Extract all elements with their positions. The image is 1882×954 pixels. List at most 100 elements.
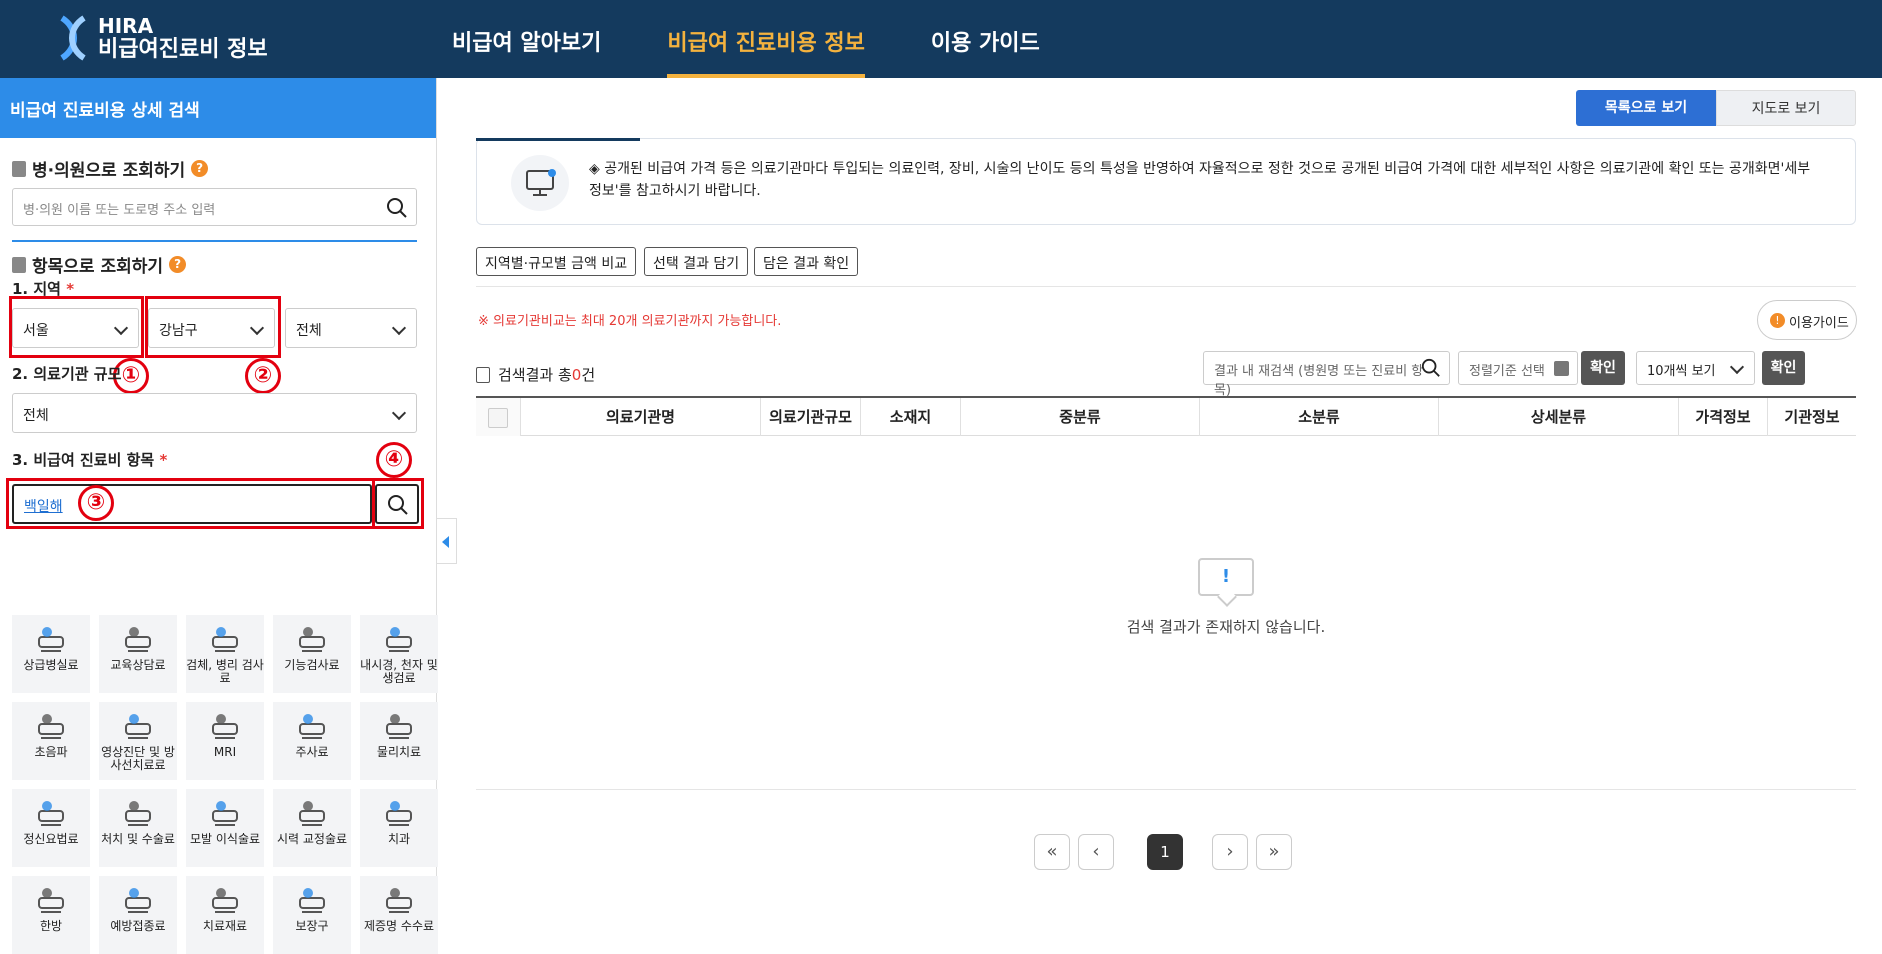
category-label: 물리치료 bbox=[376, 745, 422, 759]
page-1-button[interactable]: 1 bbox=[1147, 834, 1183, 870]
category-label: 치료재료 bbox=[202, 919, 248, 933]
category-tile[interactable]: 교육상담료 bbox=[99, 615, 177, 693]
item-search-heading-text: 항목으로 조회하기 bbox=[32, 257, 164, 277]
item-search-button[interactable] bbox=[375, 484, 419, 524]
hospital-search-input[interactable]: 병·의원 이름 또는 도로명 주소 입력 bbox=[12, 188, 417, 226]
chevron-down-icon bbox=[391, 405, 407, 421]
category-tile[interactable]: 영상진단 및 방사선치료료 bbox=[99, 702, 177, 780]
select-all-checkbox[interactable] bbox=[488, 408, 508, 428]
logo-line1: HIRA bbox=[98, 14, 154, 38]
category-label: 보장구 bbox=[295, 919, 329, 933]
research-placeholder: 결과 내 재검색 (병원명 또는 진료비 항목) bbox=[1214, 364, 1424, 398]
save-selection-button[interactable]: 선택 결과 담기 bbox=[644, 247, 749, 276]
category-label: 모발 이식술료 bbox=[189, 832, 261, 846]
search-icon[interactable] bbox=[1421, 358, 1441, 378]
annotation-badge-3: ③ bbox=[78, 485, 114, 521]
category-grid: 상급병실료 교육상담료 검체, 병리 검사료 기능검사료 내시경, 천자 및 생검료초음… bbox=[12, 615, 438, 954]
sidebar: 비급여 진료비용 상세 검색 병·의원으로 조회하기 ? 병·의원 이름 또는 … bbox=[0, 78, 438, 954]
nav-item-guide[interactable]: 이용 가이드 bbox=[931, 0, 1040, 78]
category-tile[interactable]: 예방접종료 bbox=[99, 876, 177, 954]
column-header[interactable]: 의료기관명 bbox=[520, 398, 760, 436]
last-page-button[interactable]: » bbox=[1256, 834, 1292, 870]
column-header[interactable]: 중분류 bbox=[960, 398, 1199, 436]
list-view-button[interactable]: 목록으로 보기 bbox=[1576, 90, 1716, 126]
nav-item-about[interactable]: 비급여 알아보기 bbox=[452, 0, 601, 78]
category-tile[interactable]: 물리치료 bbox=[360, 702, 438, 780]
category-tile[interactable]: 시력 교정술료 bbox=[273, 789, 351, 867]
per-page-select[interactable]: 10개씩 보기 bbox=[1636, 351, 1755, 385]
scale-select[interactable]: 전체 bbox=[12, 393, 417, 433]
column-header[interactable]: 기관정보 bbox=[1767, 398, 1856, 436]
region-dong-select[interactable]: 전체 bbox=[285, 308, 417, 348]
main-nav: 비급여 알아보기 비급여 진료비용 정보 이용 가이드 bbox=[452, 0, 1106, 78]
required-mark: * bbox=[159, 451, 168, 469]
category-label: 정신요법료 bbox=[23, 832, 79, 846]
help-icon[interactable]: ? bbox=[169, 256, 187, 273]
category-label: 주사료 bbox=[295, 745, 329, 759]
map-view-button[interactable]: 지도로 보기 bbox=[1716, 90, 1856, 126]
divider bbox=[12, 240, 417, 242]
document-icon bbox=[476, 366, 490, 383]
category-label: 영상진단 및 방사선치료료 bbox=[101, 745, 175, 772]
column-header[interactable]: 상세분류 bbox=[1438, 398, 1678, 436]
category-tile[interactable]: 처치 및 수술료 bbox=[99, 789, 177, 867]
microscope-icon bbox=[207, 623, 243, 655]
vaccine-icon bbox=[120, 884, 156, 916]
result-prefix: 검색결과 총 bbox=[498, 366, 572, 384]
category-tile[interactable]: 정신요법료 bbox=[12, 789, 90, 867]
header: HIRA 비급여진료비 정보 비급여 알아보기 비급여 진료비용 정보 이용 가… bbox=[0, 0, 1882, 78]
radiology-icon bbox=[120, 710, 156, 742]
annotation-box-1 bbox=[9, 296, 144, 358]
category-tile[interactable]: 기능검사료 bbox=[273, 615, 351, 693]
region-dong-value: 전체 bbox=[296, 323, 322, 339]
usage-guide-button[interactable]: ! 이용가이드 bbox=[1757, 300, 1857, 340]
category-tile[interactable]: 치료재료 bbox=[186, 876, 264, 954]
column-header[interactable]: 의료기관규모 bbox=[760, 398, 860, 436]
category-tile[interactable]: 치과 bbox=[360, 789, 438, 867]
research-input[interactable]: 결과 내 재검색 (병원명 또는 진료비 항목) bbox=[1203, 351, 1450, 398]
logo[interactable]: HIRA 비급여진료비 정보 bbox=[56, 14, 268, 62]
nav-item-cost-info[interactable]: 비급여 진료비용 정보 bbox=[667, 0, 866, 78]
category-label: 기능검사료 bbox=[284, 658, 340, 672]
hira-logo-icon bbox=[56, 14, 90, 62]
view-saved-button[interactable]: 담은 결과 확인 bbox=[754, 247, 859, 276]
select-all-cell bbox=[476, 398, 520, 436]
result-count-value: 0 bbox=[571, 365, 582, 384]
category-tile[interactable]: 한방 bbox=[12, 876, 90, 954]
column-header[interactable]: 소분류 bbox=[1199, 398, 1438, 436]
category-tile[interactable]: 보장구 bbox=[273, 876, 351, 954]
category-tile[interactable]: 제증명 수수료 bbox=[360, 876, 438, 954]
sidebar-collapse-button[interactable] bbox=[437, 518, 457, 564]
help-icon[interactable]: ? bbox=[191, 160, 209, 177]
category-tile[interactable]: 초음파 bbox=[12, 702, 90, 780]
column-header[interactable]: 소재지 bbox=[860, 398, 960, 436]
item-search-heading: 항목으로 조회하기 ? bbox=[12, 252, 187, 277]
next-page-button[interactable]: › bbox=[1212, 834, 1248, 870]
category-tile[interactable]: 주사료 bbox=[273, 702, 351, 780]
category-tile[interactable]: 모발 이식술료 bbox=[186, 789, 264, 867]
annotation-box-2 bbox=[145, 296, 281, 358]
compare-by-region-button[interactable]: 지역별·규모별 금액 비교 bbox=[476, 247, 637, 276]
item-search-input[interactable]: 백일해 bbox=[12, 484, 372, 524]
per-page-confirm-button[interactable]: 확인 bbox=[1762, 351, 1805, 385]
prev-page-button[interactable]: ‹ bbox=[1078, 834, 1114, 870]
sort-select[interactable]: 정렬기준 선택 bbox=[1458, 351, 1578, 385]
lens-icon bbox=[207, 884, 243, 916]
category-tile[interactable]: 상급병실료 bbox=[12, 615, 90, 693]
hair-icon bbox=[207, 797, 243, 829]
notice-text: ◈ 공개된 비급여 가격 등은 의료기관마다 투입되는 의료인력, 장비, 시술… bbox=[589, 161, 1811, 199]
empty-state: ! 검색 결과가 존재하지 않습니다. bbox=[1056, 558, 1396, 637]
column-header[interactable]: 가격정보 bbox=[1678, 398, 1767, 436]
item-search-value: 백일해 bbox=[24, 499, 63, 515]
search-icon[interactable] bbox=[386, 197, 408, 219]
info-icon: ! bbox=[1770, 313, 1785, 328]
category-tile[interactable]: 검체, 병리 검사료 bbox=[186, 615, 264, 693]
empty-message: 검색 결과가 존재하지 않습니다. bbox=[1126, 618, 1326, 636]
annotation-badge-4: ④ bbox=[376, 442, 412, 478]
first-page-button[interactable]: « bbox=[1034, 834, 1070, 870]
sort-confirm-button[interactable]: 확인 bbox=[1581, 351, 1625, 385]
category-tile[interactable]: MRI bbox=[186, 702, 264, 780]
search-icon bbox=[388, 495, 408, 515]
category-tile[interactable]: 내시경, 천자 및 생검료 bbox=[360, 615, 438, 693]
category-label: 초음파 bbox=[34, 745, 68, 759]
